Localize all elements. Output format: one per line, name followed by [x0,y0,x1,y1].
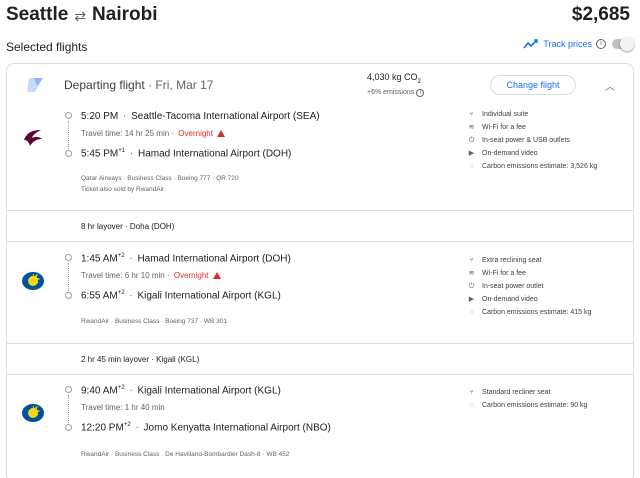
departing-flight-card: Departing flight · Fri, Mar 17 4,030 kg … [6,63,634,478]
layover-1: 8 hr layover · Doha (DOH) [7,210,633,242]
destination-city: Nairobi [92,4,158,25]
arrival-row: 6:55 AM+2 · Kigali International Airport… [81,290,281,302]
warning-icon [216,130,225,137]
wifi-icon: ≋ [468,270,475,277]
amenities-list: ⑂ Individual suite ≋ Wi-Fi for a fee ⏻ In-s… [467,108,627,173]
segment-timeline [65,112,73,157]
warning-icon [212,272,221,279]
departing-header: Departing flight · Fri, Mar 17 4,030 kg … [7,64,633,108]
departure-row: 5:20 PM · Seattle-Tacoma International A… [81,111,320,122]
amenities-list: ⑂ Extra reclining seat ≋ Wi-Fi for a fee ⏻… [467,254,627,319]
power-icon: ⏻ [468,137,475,144]
rwandair-logo [22,404,44,422]
travel-time: Travel time: 6 hr 10 min · Overnight [81,271,221,280]
departing-plane-icon [27,78,43,92]
flight-segment-1: 5:20 PM · Seattle-Tacoma International A… [7,108,633,208]
qatar-airways-logo [24,130,42,146]
track-prices-toggle[interactable] [612,37,634,51]
amenity-item: ⑂ Standard recliner seat [467,386,627,399]
amenity-item: ▶ On-demand video [468,150,538,157]
track-prices-label[interactable]: Track prices [543,39,592,49]
flight-segment-2: 1:45 AM+2 · Hamad International Airport … [7,248,633,343]
selected-flights-bar: Selected flights Track prices i [6,37,634,58]
arrow-right-left-icon: ⇄ [74,7,87,24]
amenity-item: ⑂ Extra reclining seat [467,254,627,267]
chevron-up-icon[interactable]: ︿ [605,78,615,93]
departing-title: Departing flight · Fri, Mar 17 [64,78,214,92]
trip-header: Seattle ⇄ Nairobi $2,685 [6,2,634,32]
origin-city: Seattle [6,4,69,25]
amenity-item: ◌ Carbon emissions estimate: 415 kg [467,306,627,319]
amenities-list: ⑂ Standard recliner seat ◌ Carbon emission… [467,386,627,412]
selected-flights-title: Selected flights [6,40,88,54]
flight-details: RwandAir · Business Class · De Havilland… [81,451,290,458]
segment-timeline [65,254,73,299]
amenity-item: ◌ Carbon emissions estimate: 90 kg [467,399,627,412]
arrival-row: 5:45 PM+1 · Hamad International Airport … [81,148,292,160]
info-icon[interactable]: i [416,89,425,97]
rwandair-logo [22,272,44,290]
info-icon[interactable]: i [596,39,606,49]
video-icon: ▶ [468,296,475,303]
co2-icon: ◌ [469,163,474,170]
total-price: $2,685 [571,4,630,25]
track-prices[interactable]: Track prices i [523,37,634,51]
amenity-item: ▶ On-demand video [468,296,538,303]
wifi-icon: ≋ [468,124,475,131]
segment-timeline [65,386,73,431]
video-icon: ▶ [468,150,475,157]
route-title: Seattle ⇄ Nairobi [6,4,158,26]
amenity-item: ≋ Wi-Fi for a fee [468,124,526,131]
amenity-item: ⑂ Individual suite [467,108,627,121]
departure-row: 1:45 AM+2 · Hamad International Airport … [81,253,291,265]
amenity-item: ≋ Wi-Fi for a fee [468,270,526,277]
seat-icon: ⑂ [469,111,474,118]
emissions-note: +6% emissions i [367,89,425,97]
flight-details: Qatar Airways · Business Class · Boeing … [81,175,239,182]
travel-time: Travel time: 1 hr 40 min [81,403,165,412]
co2-icon: ◌ [469,309,474,316]
co2-total: 4,030 kg CO2 +6% emissions i [367,72,425,97]
arrival-row: 12:20 PM+2 · Jomo Kenyatta International… [81,422,331,434]
amenity-item: ⏻ In-seat power & USB outlets [468,137,570,144]
layover-2: 2 hr 45 min layover · Kigali (KGL) [7,343,633,375]
power-icon: ⏻ [468,283,475,290]
departing-date: Fri, Mar 17 [155,78,214,92]
flight-segment-3: 9:40 AM+2 · Kigali International Airport… [7,380,633,478]
departure-row: 9:40 AM+2 · Kigali International Airport… [81,385,281,397]
recline-seat-icon: ⑂ [469,257,474,264]
amenity-item: ⏻ In-seat power outlet [468,283,544,290]
change-flight-button[interactable]: Change flight [490,75,576,95]
flight-details: RwandAir · Business Class · Boeing 737 ·… [81,318,227,325]
co2-value: 4,030 kg CO [367,72,418,82]
departing-label: Departing flight [64,78,145,92]
travel-time: Travel time: 14 hr 25 min · Overnight [81,129,225,138]
ticket-note: Ticket also sold by RwandAir [81,186,165,193]
recline-seat-icon: ⑂ [469,389,474,396]
trending-icon [523,39,539,49]
amenity-item: ◌ Carbon emissions estimate: 3,526 kg [467,160,627,173]
co2-icon: ◌ [469,402,474,409]
